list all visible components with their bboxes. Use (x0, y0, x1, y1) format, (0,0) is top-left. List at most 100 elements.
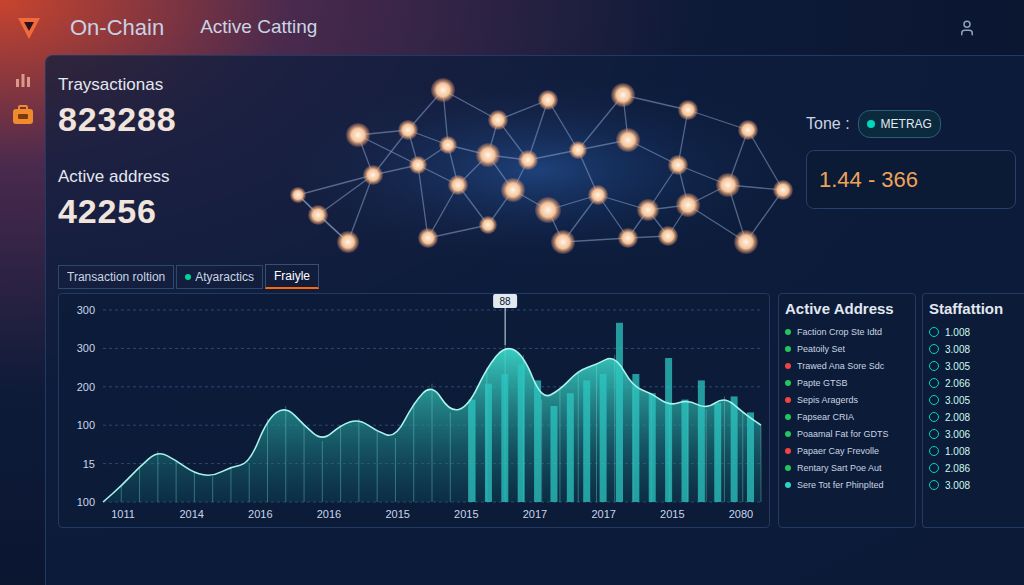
area-point (432, 384, 433, 502)
network-node (658, 226, 678, 246)
network-node (308, 205, 328, 225)
header: On-Chain Active Catting (0, 0, 1024, 55)
circle-icon (929, 429, 939, 439)
status-dot (785, 482, 791, 488)
area-point (761, 425, 762, 502)
network-node (569, 141, 587, 159)
area-point (377, 432, 378, 502)
network-node (418, 228, 438, 248)
chart-tab[interactable]: Atyaractics (176, 265, 263, 289)
stat-card: Active address42256 (58, 164, 258, 232)
app-title: On-Chain (70, 11, 164, 44)
address-item[interactable]: Fapsear CRIA (785, 412, 909, 423)
chart-bar (534, 380, 541, 502)
network-node (538, 90, 558, 110)
network-edge (318, 175, 373, 215)
top-section: Traysactionas823288Active address42256To… (58, 60, 1024, 260)
address-item[interactable]: Sepis Aragerds (785, 395, 909, 406)
network-edge (418, 165, 428, 238)
statistic-row: 3.006 (929, 429, 1024, 440)
chart-bar (550, 406, 557, 502)
circle-icon (929, 327, 939, 337)
circle-icon (929, 344, 939, 354)
address-item[interactable]: Papte GTSB (785, 378, 909, 389)
address-item[interactable]: Papaer Cay Frevolle (785, 446, 909, 457)
network-node (479, 216, 497, 234)
area-point (157, 451, 158, 502)
status-dot (785, 380, 791, 386)
area-line (103, 349, 761, 502)
transaction-chart: 3003002001001510088101120142016201620152… (59, 294, 771, 524)
area-point (249, 464, 250, 502)
network-node (290, 187, 306, 203)
chart-tab[interactable]: Transaction roltion (58, 265, 174, 289)
address-item[interactable]: Rentary Sart Poe Aut (785, 463, 909, 474)
address-item[interactable]: Poaamal Fat for GDTS (785, 429, 909, 440)
area-point (541, 400, 542, 502)
network-node (668, 155, 688, 175)
area-point (395, 438, 396, 502)
chart-bar (747, 412, 754, 502)
statistic-row: 2.008 (929, 412, 1024, 423)
network-node (409, 156, 427, 174)
network-edge (748, 130, 783, 190)
circle-icon (929, 378, 939, 388)
y-tick: 300 (77, 304, 761, 316)
chart-bar (649, 393, 656, 502)
chart-tab[interactable]: Fraiyle (265, 264, 319, 289)
address-item[interactable]: Sere Tot fer Phinplted (785, 480, 909, 491)
area-point (724, 396, 725, 502)
area-point (559, 390, 560, 502)
network-node (346, 123, 370, 147)
network-edge (298, 175, 373, 195)
svg-text:200: 200 (77, 381, 95, 393)
area-point (139, 467, 140, 502)
area-point (322, 441, 323, 502)
panel-title: Staffattion (929, 298, 1024, 321)
stats: Traysactionas823288 Active address42256 (58, 60, 258, 260)
area-point (212, 476, 213, 502)
svg-text:100: 100 (77, 419, 95, 431)
x-tick: 2017 (591, 508, 615, 520)
logo-icon (16, 15, 42, 41)
x-tick: 2016 (248, 508, 272, 520)
statistic-row: 1.008 (929, 327, 1024, 338)
status-dot (785, 329, 791, 335)
area-fill (103, 349, 761, 502)
area-point (194, 473, 195, 502)
y-tick: 300 (77, 342, 761, 354)
sidebar (0, 55, 45, 585)
area-point (340, 425, 341, 502)
area-point (176, 460, 177, 502)
chart-panel: 3003002001001510088101120142016201620152… (58, 293, 770, 528)
area-point (413, 403, 414, 502)
dashboard: On-Chain Active Catting Traysactionas82328… (0, 0, 1024, 585)
active-address-panel: Active AddressFaction Crop Ste IdtdPeato… (778, 293, 916, 528)
address-item[interactable]: Peatoily Set (785, 344, 909, 355)
x-tick: 2015 (385, 508, 409, 520)
statistic-row: 3.008 (929, 344, 1024, 355)
svg-text:300: 300 (77, 342, 95, 354)
network-node (738, 120, 758, 140)
statistic-row: 2.066 (929, 378, 1024, 389)
briefcase-icon[interactable] (12, 105, 34, 125)
network-node (448, 175, 468, 195)
svg-text:300: 300 (77, 304, 95, 316)
chart-bar (731, 396, 738, 502)
address-item[interactable]: Trawed Ana Sore Sdc (785, 361, 909, 372)
bar-chart-icon[interactable] (14, 71, 32, 89)
marker-line (505, 308, 506, 345)
statistic-row: 3.005 (929, 361, 1024, 372)
stat-card: Traysactionas823288 (58, 72, 258, 140)
address-item[interactable]: Faction Crop Ste Idtd (785, 327, 909, 338)
user-icon[interactable] (958, 19, 976, 37)
page-title: Active Catting (200, 13, 317, 42)
status-dot (785, 397, 791, 403)
area-point (121, 486, 122, 502)
tone-field[interactable]: METRAG (858, 110, 941, 138)
network-node (588, 185, 608, 205)
area-point (450, 412, 451, 502)
circle-icon (929, 446, 939, 456)
main-panel: Traysactionas823288Active address42256To… (45, 55, 1024, 585)
statistic-row: 3.005 (929, 395, 1024, 406)
